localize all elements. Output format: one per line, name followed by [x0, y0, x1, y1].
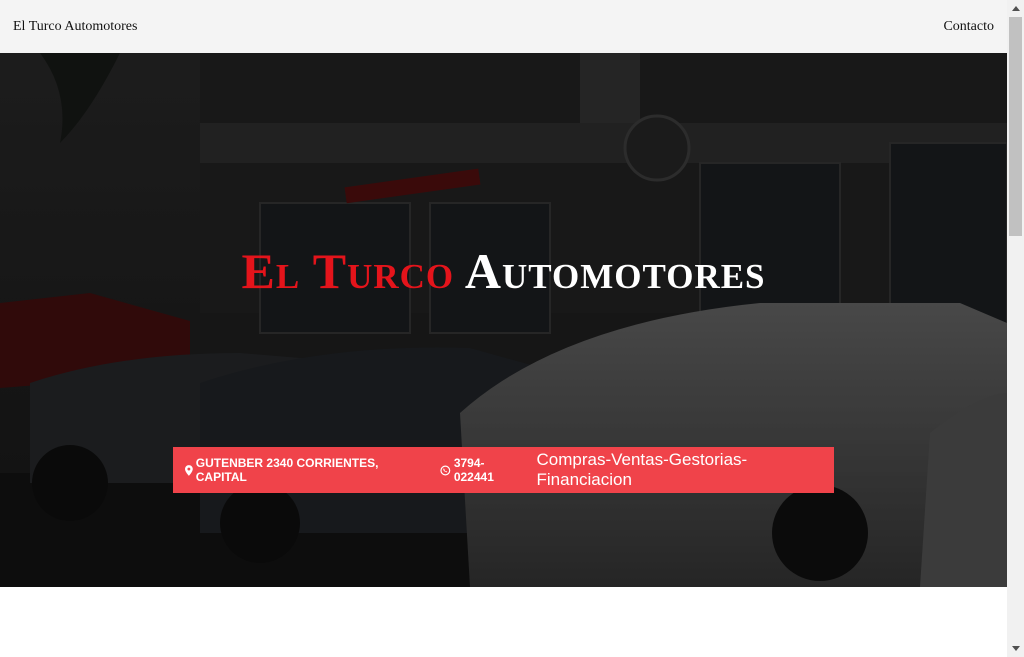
hero-title: El Turco Automotores — [0, 241, 1007, 301]
scroll-up-icon[interactable] — [1007, 0, 1024, 17]
hero-title-red: El Turco — [241, 243, 455, 299]
nav-contact-link[interactable]: Contacto — [943, 19, 994, 35]
address-item: GUTENBER 2340 CORRIENTES, CAPITAL — [185, 456, 426, 484]
map-marker-icon — [185, 464, 193, 476]
scroll-down-icon[interactable] — [1007, 640, 1024, 657]
hero-background-image — [0, 53, 1007, 587]
whatsapp-icon — [440, 465, 451, 475]
address-text: GUTENBER 2340 CORRIENTES, CAPITAL — [195, 456, 379, 484]
phone-text: 3794-022441 — [453, 456, 494, 484]
hero-banner: El Turco Automotores — [0, 53, 1007, 587]
brand-link[interactable]: El Turco Automotores — [13, 19, 137, 35]
services-text: Compras-Ventas-Gestorias-Financiacion — [536, 450, 748, 489]
hero-title-white: Automotores — [464, 243, 766, 299]
info-bar: GUTENBER 2340 CORRIENTES, CAPITAL 3794-0… — [173, 447, 834, 493]
page-scrollbar[interactable] — [1007, 0, 1024, 657]
phone-item: 3794-022441 — [440, 456, 522, 484]
scrollbar-thumb[interactable] — [1009, 17, 1022, 236]
navbar: El Turco Automotores Contacto — [0, 0, 1007, 53]
